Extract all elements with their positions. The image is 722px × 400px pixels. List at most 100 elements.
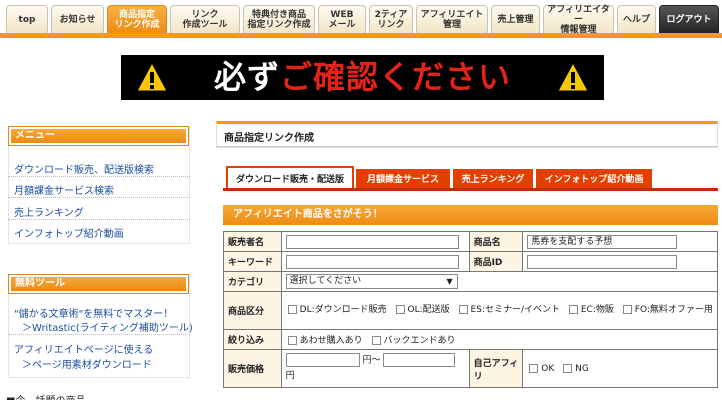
tools-link-writastic[interactable]: ＞Writastic(ライティング補助ツール) <box>22 319 193 334</box>
nav-tab-top[interactable]: top <box>6 5 48 34</box>
filter-option-label: バックエンドあり <box>383 336 456 346</box>
category-select[interactable]: 選択してください ▼ <box>285 274 458 289</box>
product-input[interactable]: 馬券を支配する予想 <box>527 234 678 249</box>
page-title-box: 商品指定リンク作成 <box>216 121 718 148</box>
product-id-cell <box>522 251 718 272</box>
keyword-label: キーワード <box>223 251 282 272</box>
filter-option-label: あわせ購入あり <box>299 336 363 346</box>
division-option-label: OL:配送版 <box>407 305 450 315</box>
division-option[interactable]: FO:無料オファー用 <box>621 302 713 319</box>
category-tabs: ダウンロード販売・配送版 月額課金サービス 売上ランキング インフォトップ紹介動… <box>223 166 718 191</box>
division-cell: DL:ダウンロード販売 OL:配送版 ES:セミナー/イベント EC:物販 FO… <box>280 291 719 330</box>
menu-title: メニュー <box>11 129 186 143</box>
menu-link-monthly[interactable]: 月額課金サービス検索 <box>14 182 114 197</box>
confirm-banner[interactable]: 必ずご確認ください <box>121 55 604 100</box>
top-navigation: top お知らせ 商品指定 リンク作成 リンク 作成ツール 特典付き商品 指定リ… <box>0 0 722 38</box>
title-underline <box>217 146 717 147</box>
division-option[interactable]: DL:ダウンロード販売 <box>286 302 387 319</box>
division-option-label: DL:ダウンロード販売 <box>299 305 387 315</box>
self-affiliate-cell: OK NG <box>522 349 718 388</box>
nav-tab-help[interactable]: ヘルプ <box>617 5 656 34</box>
checkbox-icon[interactable] <box>287 305 297 314</box>
price-to-input[interactable] <box>383 353 456 368</box>
product-id-input[interactable] <box>527 254 678 269</box>
tab-download[interactable]: ダウンロード販売・配送版 <box>226 166 354 188</box>
nav-tab-logout[interactable]: ログアウト <box>659 5 719 34</box>
form-row: 商品区分 DL:ダウンロード販売 OL:配送版 ES:セミナー/イベント EC:… <box>223 291 719 330</box>
warning-icon <box>136 61 168 92</box>
nav-tab-web-mail[interactable]: WEB メール <box>318 5 366 34</box>
category-cell: 選択してください ▼ <box>280 271 719 292</box>
checkbox-icon[interactable] <box>395 305 405 314</box>
page-title: 商品指定リンク作成 <box>224 133 314 144</box>
nav-rule <box>0 33 722 38</box>
nav-tab-link-tool[interactable]: リンク 作成ツール <box>170 5 240 34</box>
division-option-label: EC:物販 <box>580 305 614 315</box>
checkbox-icon[interactable] <box>458 305 468 314</box>
nav-tab-product-link[interactable]: 商品指定 リンク作成 <box>107 5 167 34</box>
filter-cell: あわせ購入あり バックエンドあり <box>280 329 719 350</box>
seller-label: 販売者名 <box>223 231 282 252</box>
page: top お知らせ 商品指定 リンク作成 リンク 作成ツール 特典付き商品 指定リ… <box>0 0 722 400</box>
filter-option[interactable]: あわせ購入あり <box>286 333 363 346</box>
filter-label: 絞り込み <box>223 329 282 350</box>
hot-products-label: ■今、話題の商品 <box>6 392 85 400</box>
form-row: 販売価格 円～ 円 自己アフィリ OK NG <box>223 349 718 388</box>
price-label: 販売価格 <box>223 349 282 388</box>
nav-tab-bonus-link[interactable]: 特典付き商品 指定リンク作成 <box>243 5 315 34</box>
price-from-input[interactable] <box>285 353 360 368</box>
banner-text: 必ずご確認ください <box>214 55 511 100</box>
tab-video[interactable]: インフォトップ紹介動画 <box>536 169 652 188</box>
menu-link-download[interactable]: ダウンロード販売、配送版検索 <box>14 161 154 176</box>
seller-input[interactable] <box>285 234 459 249</box>
division-option[interactable]: OL:配送版 <box>394 302 450 319</box>
warning-icon <box>557 61 589 92</box>
tools-header: 無料ツール <box>8 274 189 294</box>
nav-tab-2tier[interactable]: 2ティア リンク <box>369 5 413 34</box>
checkbox-icon[interactable] <box>371 336 381 345</box>
division-option-label: ES:セミナー/イベント <box>470 305 560 315</box>
keyword-cell <box>280 251 470 272</box>
search-form: 販売者名 商品名 馬券を支配する予想 キーワード 商品ID カテゴリ 選択してく… <box>223 231 719 388</box>
form-row: キーワード 商品ID <box>223 251 718 272</box>
divider <box>8 334 190 335</box>
nav-tab-news[interactable]: お知らせ <box>51 5 104 34</box>
menu-link-video[interactable]: インフォトップ紹介動画 <box>14 225 124 240</box>
tab-ranking[interactable]: 売上ランキング <box>453 169 533 188</box>
self-affiliate-ng: NG <box>575 363 589 374</box>
form-row: 絞り込み あわせ購入あり バックエンドあり <box>223 329 719 350</box>
tools-link-affiliate-page[interactable]: アフィリエイトページに使える <box>14 341 153 356</box>
checkbox-icon[interactable] <box>563 363 573 373</box>
division-label: 商品区分 <box>223 291 282 330</box>
tab-baseline <box>223 188 718 191</box>
product-label: 商品名 <box>468 231 524 252</box>
tab-monthly[interactable]: 月額課金サービス <box>356 169 450 188</box>
category-label: カテゴリ <box>223 271 282 292</box>
self-affiliate-option[interactable]: NG <box>561 363 589 374</box>
menu-header: メニュー <box>8 126 189 146</box>
nav-tab-affiliator-info[interactable]: アフィリエイター 情報管理 <box>543 5 614 35</box>
division-option[interactable]: EC:物販 <box>567 302 614 319</box>
menu-link-ranking[interactable]: 売上ランキング <box>14 204 84 219</box>
checkbox-icon[interactable] <box>529 363 539 373</box>
price-unit-to: 円 <box>285 370 295 381</box>
tools-link-writing[interactable]: "儲かる文章術"を無料でマスター！ <box>14 305 173 320</box>
division-option[interactable]: ES:セミナー/イベント <box>457 302 560 319</box>
seller-cell <box>280 231 470 252</box>
divider <box>8 219 190 220</box>
checkbox-icon[interactable] <box>568 305 578 314</box>
filter-option[interactable]: バックエンドあり <box>370 333 456 346</box>
price-cell: 円～ 円 <box>280 349 470 388</box>
nav-tab-sales[interactable]: 売上管理 <box>491 5 540 34</box>
product-cell: 馬券を支配する予想 <box>522 231 718 252</box>
checkbox-icon[interactable] <box>622 305 632 314</box>
keyword-input[interactable] <box>285 254 459 269</box>
self-affiliate-ok: OK <box>541 363 555 374</box>
self-affiliate-option[interactable]: OK <box>527 363 555 374</box>
division-option-label: FO:無料オファー用 <box>634 305 713 315</box>
tools-link-materials[interactable]: ＞ページ用素材ダウンロード <box>22 356 152 371</box>
nav-tab-affiliate-manage[interactable]: アフィリエイト 管理 <box>416 5 488 34</box>
checkbox-icon[interactable] <box>287 336 297 345</box>
product-id-label: 商品ID <box>468 251 524 272</box>
form-row: 販売者名 商品名 馬券を支配する予想 <box>223 231 718 252</box>
